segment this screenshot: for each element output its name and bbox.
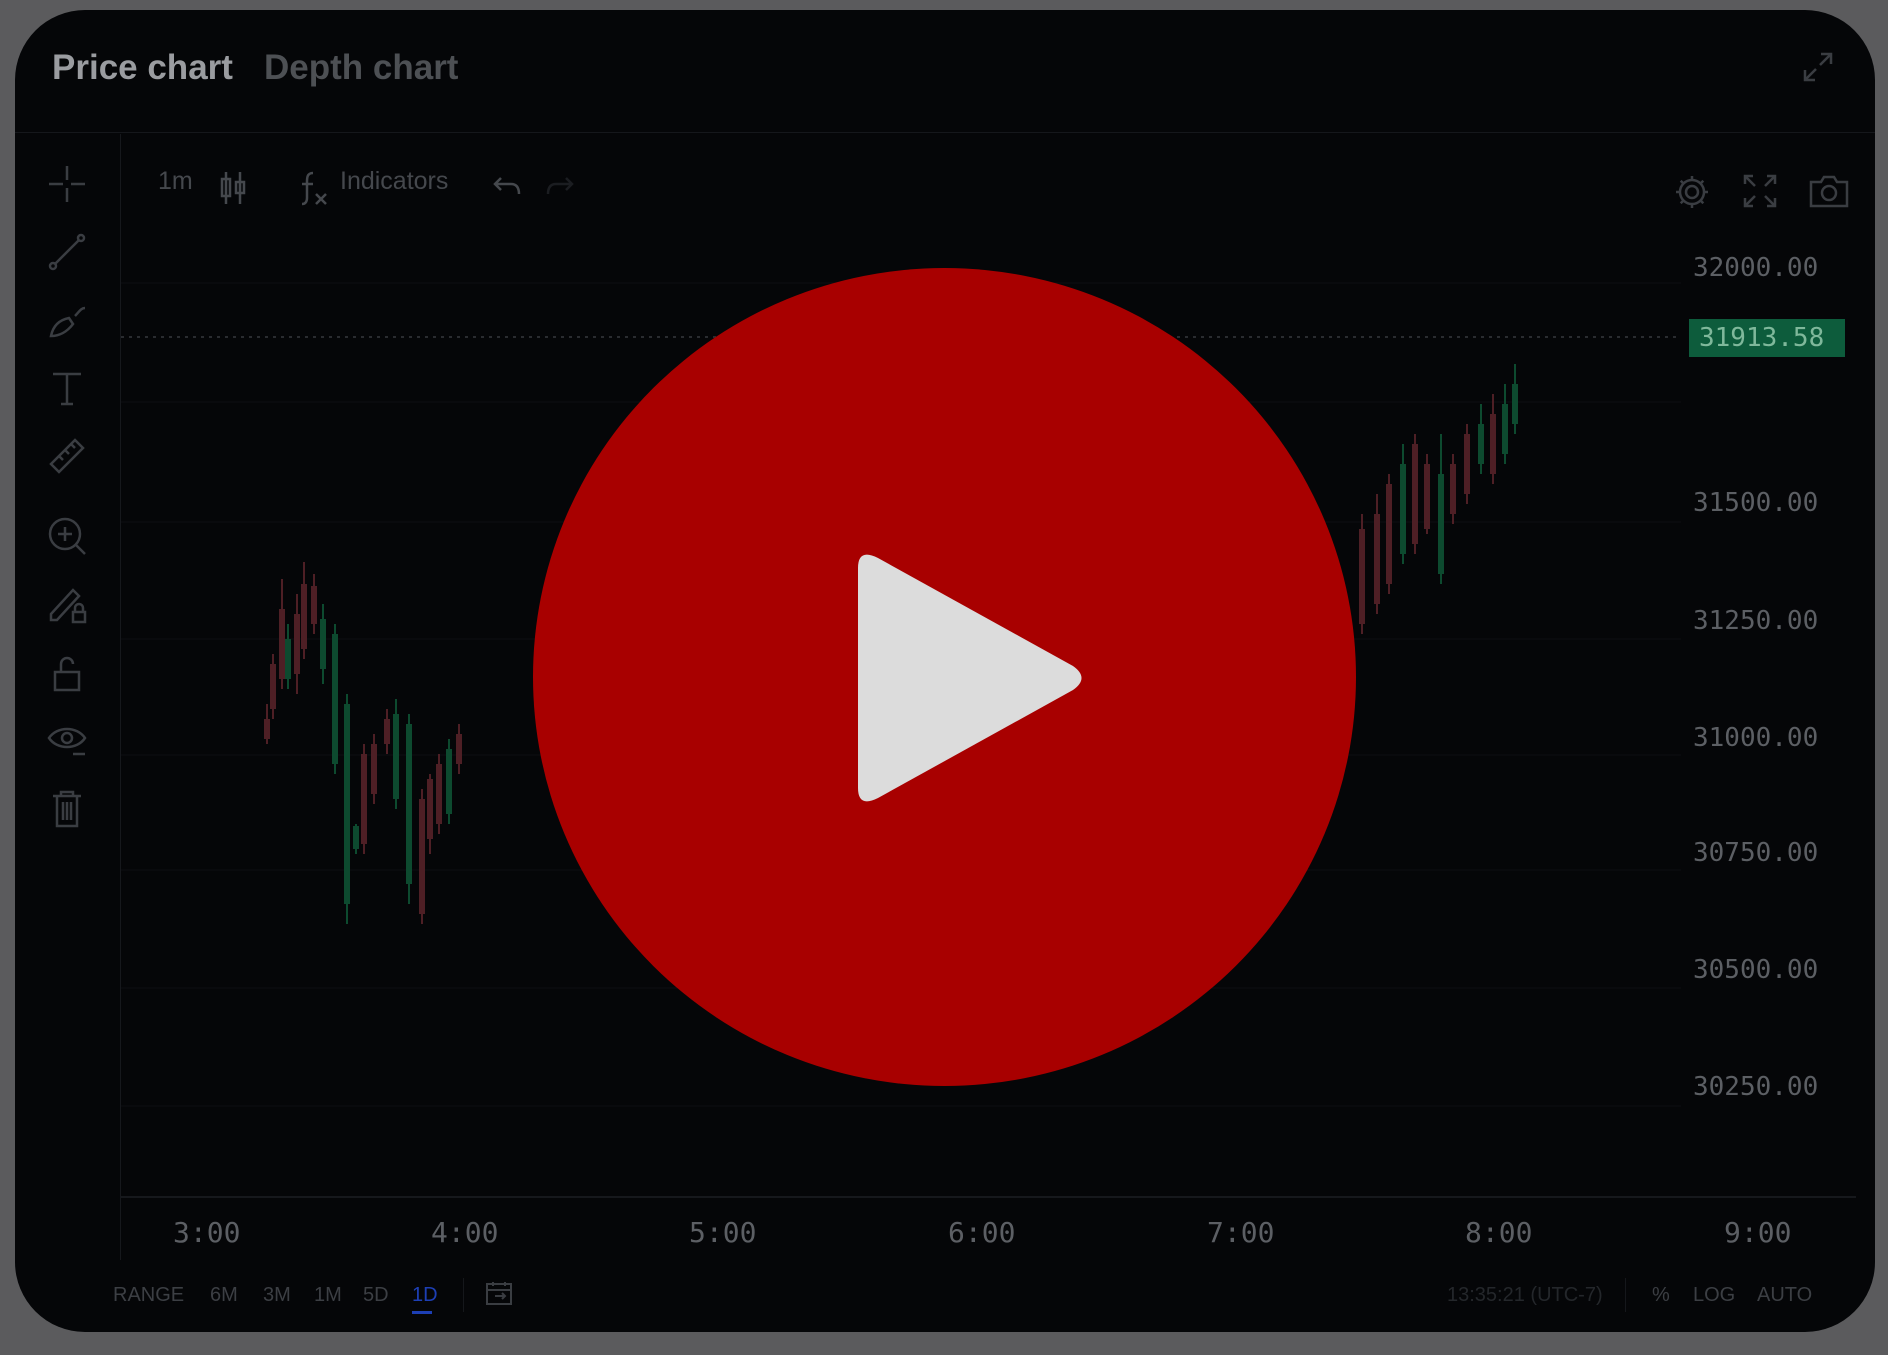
tab-depth-chart[interactable]: Depth chart — [264, 48, 458, 88]
range-option-5d[interactable]: 5D — [363, 1284, 389, 1307]
price-tick: 31500.00 — [1693, 488, 1819, 518]
clock-text: 13:35:21 (UTC-7) — [1447, 1284, 1603, 1306]
candle-body — [1464, 434, 1470, 494]
crosshair-icon[interactable] — [45, 162, 89, 206]
price-tick: 30250.00 — [1693, 1072, 1819, 1102]
range-option-1m[interactable]: 1M — [314, 1284, 342, 1307]
price-tick: 30500.00 — [1693, 955, 1819, 985]
candle-body — [353, 826, 359, 849]
tab-price-chart[interactable]: Price chart — [52, 48, 233, 88]
candle-body — [1424, 464, 1430, 529]
range-divider — [463, 1278, 464, 1312]
zoom-in-icon[interactable] — [45, 514, 89, 558]
candle-body — [1502, 404, 1508, 454]
time-tick: 8:00 — [1465, 1216, 1533, 1249]
candle-body — [393, 714, 399, 799]
unlock-icon[interactable] — [45, 652, 89, 696]
candle-body — [320, 619, 326, 669]
time-tick: 5:00 — [689, 1216, 757, 1249]
candle-body — [294, 614, 300, 674]
candle-body — [371, 744, 377, 794]
brush-icon[interactable] — [45, 298, 89, 342]
candle-body — [270, 664, 276, 709]
price-tick: 32000.00 — [1693, 253, 1819, 283]
candle-body — [285, 639, 291, 679]
trash-icon[interactable] — [45, 786, 89, 830]
range-option-3m[interactable]: 3M — [263, 1284, 291, 1307]
range-selected-underline — [412, 1311, 432, 1314]
candle-body — [384, 719, 390, 744]
candle-body — [1400, 464, 1406, 554]
candle-body — [427, 779, 433, 839]
play-button[interactable] — [533, 268, 1356, 1086]
expand-icon[interactable] — [1801, 50, 1835, 84]
candle-body — [436, 764, 442, 824]
candle-body — [1359, 529, 1365, 624]
candle-body — [1490, 414, 1496, 474]
range-option-1d[interactable]: 1D — [412, 1284, 438, 1307]
candle-body — [1374, 514, 1380, 604]
range-label: RANGE — [113, 1284, 185, 1306]
time-tick: 9:00 — [1724, 1216, 1792, 1249]
candle-body — [1512, 384, 1518, 424]
candle-body — [1450, 464, 1456, 514]
candle-body — [344, 704, 350, 904]
candle-body — [456, 734, 462, 764]
ruler-icon[interactable] — [45, 434, 89, 478]
candle-body — [311, 586, 317, 624]
candle-body — [361, 754, 367, 844]
price-tick: 31000.00 — [1693, 723, 1819, 753]
price-tick: 30750.00 — [1693, 838, 1819, 868]
eye-icon[interactable] — [45, 718, 89, 762]
candle-body — [332, 634, 338, 764]
range-option-6m[interactable]: 6M — [210, 1284, 238, 1307]
calendar-icon[interactable] — [485, 1280, 513, 1306]
time-tick: 4:00 — [431, 1216, 499, 1249]
footer-divider — [1625, 1278, 1626, 1312]
auto-toggle[interactable]: AUTO — [1757, 1284, 1812, 1307]
lock-pencil-icon[interactable] — [45, 582, 89, 626]
trend-line-icon[interactable] — [45, 230, 89, 274]
candle-body — [1478, 424, 1484, 464]
time-tick: 7:00 — [1207, 1216, 1275, 1249]
chart-header: Price chart Depth chart — [15, 10, 1875, 133]
current-price-value: 31913.58 — [1699, 323, 1825, 353]
candle-body — [301, 584, 307, 649]
candle-body — [279, 609, 285, 679]
time-tick: 6:00 — [948, 1216, 1016, 1249]
candle-body — [1438, 474, 1444, 574]
log-toggle[interactable]: LOG — [1693, 1284, 1735, 1307]
candle-body — [406, 724, 412, 884]
candle-body — [1386, 484, 1392, 584]
price-tick: 31250.00 — [1693, 606, 1819, 636]
percent-toggle[interactable]: % — [1652, 1284, 1670, 1307]
candle-body — [264, 719, 270, 739]
candle-body — [419, 799, 425, 914]
candle-body — [1412, 444, 1418, 544]
time-tick: 3:00 — [173, 1216, 241, 1249]
text-icon[interactable] — [45, 366, 89, 410]
play-icon — [858, 554, 1082, 802]
candle-body — [446, 749, 452, 814]
